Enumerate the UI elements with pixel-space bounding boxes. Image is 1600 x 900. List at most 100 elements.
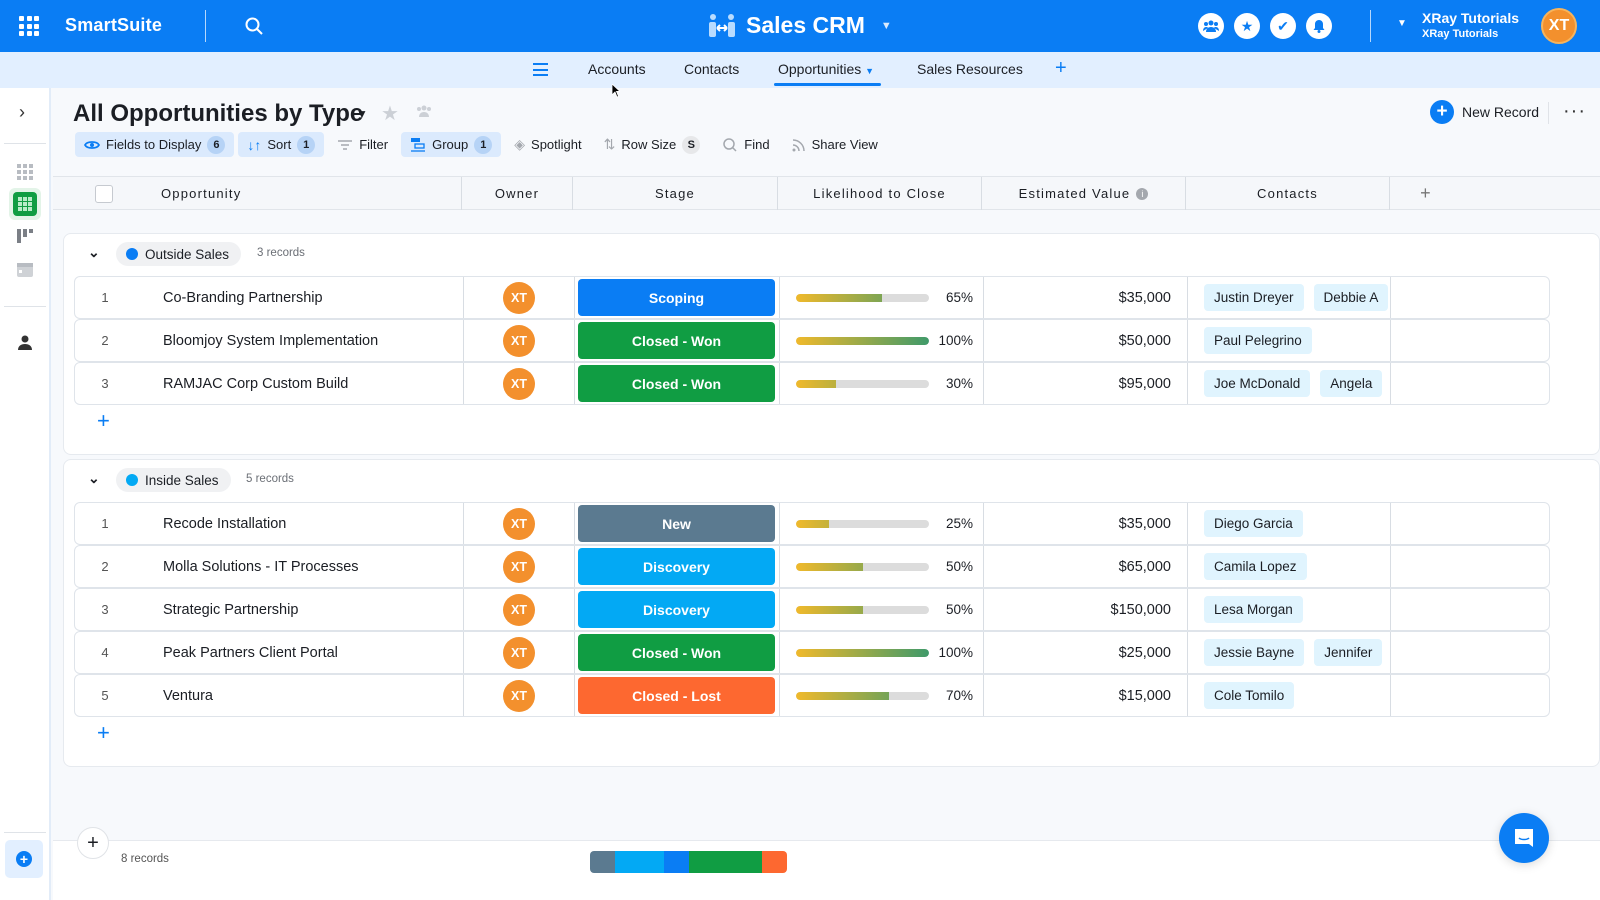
search-icon[interactable] (244, 16, 264, 36)
contact-chip[interactable]: Lesa Morgan (1204, 596, 1303, 623)
owner-cell[interactable]: XT (463, 589, 574, 630)
notifications-icon[interactable] (1306, 13, 1332, 39)
estimated-value[interactable]: $50,000 (983, 320, 1187, 361)
stage-cell[interactable]: New (574, 503, 779, 544)
workspace-dropdown-icon[interactable]: ▼ (1397, 18, 1407, 29)
owner-cell[interactable]: XT (463, 277, 574, 318)
stage-distribution-bar[interactable] (590, 851, 787, 873)
row-size-button[interactable]: ⇅ Row Size S (595, 132, 710, 157)
menu-icon[interactable] (533, 63, 548, 76)
estimated-value[interactable]: $35,000 (983, 277, 1187, 318)
column-header-opportunity[interactable]: Opportunity (123, 177, 462, 210)
stage-cell[interactable]: Scoping (574, 277, 779, 318)
select-all-checkbox[interactable] (95, 185, 113, 203)
owner-cell[interactable]: XT (463, 546, 574, 587)
contact-chip[interactable]: Debbie A (1313, 284, 1389, 311)
tab-accounts[interactable]: Accounts (588, 61, 646, 77)
stage-cell[interactable]: Closed - Won (574, 363, 779, 404)
app-title-switcher[interactable]: Sales CRM ▼ (708, 12, 892, 39)
opportunity-name[interactable]: Bloomjoy System Implementation (163, 320, 378, 361)
contacts-cell[interactable]: Diego Garcia (1187, 503, 1391, 544)
column-header-likelihood[interactable]: Likelihood to Close (778, 177, 982, 210)
tab-contacts[interactable]: Contacts (684, 61, 739, 77)
share-view-button[interactable]: Share View (783, 132, 887, 157)
tab-sales-resources[interactable]: Sales Resources (917, 61, 1023, 77)
contact-chip[interactable]: Camila Lopez (1204, 553, 1307, 580)
contact-chip[interactable]: Diego Garcia (1204, 510, 1303, 537)
add-row-button[interactable]: + (97, 720, 110, 746)
owner-cell[interactable]: XT (463, 503, 574, 544)
contacts-cell[interactable]: Lesa Morgan (1187, 589, 1391, 630)
estimated-value[interactable]: $65,000 (983, 546, 1187, 587)
user-name[interactable]: XRay Tutorials (1422, 11, 1519, 26)
chat-support-button[interactable] (1499, 813, 1549, 863)
spotlight-button[interactable]: ◈ Spotlight (505, 132, 590, 157)
estimated-value[interactable]: $95,000 (983, 363, 1187, 404)
add-tab-button[interactable]: + (1055, 57, 1067, 80)
opportunity-name[interactable]: Ventura (163, 675, 213, 716)
likelihood-cell[interactable]: 30% (779, 363, 983, 404)
favorites-icon[interactable]: ★ (1234, 13, 1260, 39)
more-options-icon[interactable]: ··· (1563, 100, 1586, 123)
column-header-contacts[interactable]: Contacts (1186, 177, 1390, 210)
likelihood-cell[interactable]: 25% (779, 503, 983, 544)
contact-chip[interactable]: Justin Dreyer (1204, 284, 1304, 311)
kanban-view-icon[interactable] (16, 227, 34, 245)
user-icon[interactable] (16, 334, 34, 352)
owner-cell[interactable]: XT (463, 320, 574, 361)
star-icon[interactable]: ★ (381, 101, 399, 126)
tab-opportunities[interactable]: Opportunities ▼ (778, 61, 874, 77)
user-avatar[interactable]: XT (1541, 8, 1577, 44)
fields-to-display-button[interactable]: Fields to Display 6 (75, 132, 235, 157)
add-view-button[interactable]: + (5, 840, 43, 878)
contacts-cell[interactable]: Camila Lopez (1187, 546, 1391, 587)
opportunity-name[interactable]: Molla Solutions - IT Processes (163, 546, 359, 587)
likelihood-cell[interactable]: 50% (779, 546, 983, 587)
estimated-value[interactable]: $150,000 (983, 589, 1187, 630)
estimated-value[interactable]: $15,000 (983, 675, 1187, 716)
table-row[interactable]: 3 RAMJAC Corp Custom Build XT Closed - W… (74, 362, 1550, 405)
owner-cell[interactable]: XT (463, 363, 574, 404)
stage-cell[interactable]: Closed - Lost (574, 675, 779, 716)
sort-button[interactable]: ↓↑ Sort 1 (238, 132, 325, 157)
table-row[interactable]: 5 Ventura XT Closed - Lost 70% $15,000 C… (74, 674, 1550, 717)
contact-chip[interactable]: Paul Pelegrino (1204, 327, 1312, 354)
brand-logo[interactable]: SmartSuite (65, 15, 162, 36)
table-row[interactable]: 2 Bloomjoy System Implementation XT Clos… (74, 319, 1550, 362)
contact-chip[interactable]: Angela (1320, 370, 1383, 397)
opportunity-name[interactable]: Co-Branding Partnership (163, 277, 323, 318)
contacts-cell[interactable]: Cole Tomilo (1187, 675, 1391, 716)
owner-cell[interactable]: XT (463, 675, 574, 716)
view-title[interactable]: All Opportunities by Type (73, 100, 363, 128)
calendar-view-icon[interactable] (16, 260, 34, 278)
table-row[interactable]: 3 Strategic Partnership XT Discovery 50%… (74, 588, 1550, 631)
add-record-button[interactable]: + (77, 827, 109, 859)
opportunity-name[interactable]: Strategic Partnership (163, 589, 298, 630)
owner-cell[interactable]: XT (463, 632, 574, 673)
opportunity-name[interactable]: Recode Installation (163, 503, 286, 544)
find-button[interactable]: Find (713, 132, 778, 157)
info-icon[interactable]: i (1136, 187, 1149, 200)
likelihood-cell[interactable]: 100% (779, 632, 983, 673)
table-row[interactable]: 1 Co-Branding Partnership XT Scoping 65%… (74, 276, 1550, 319)
contact-chip[interactable]: Cole Tomilo (1204, 682, 1295, 709)
contact-chip[interactable]: Jessie Bayne (1204, 639, 1305, 666)
add-row-button[interactable]: + (97, 408, 110, 434)
column-header-owner[interactable]: Owner (462, 177, 573, 210)
contacts-cell[interactable]: Jessie Bayne Jennifer (1187, 632, 1391, 673)
new-record-button[interactable]: + New Record (1430, 100, 1539, 124)
likelihood-cell[interactable]: 50% (779, 589, 983, 630)
expand-sidebar-icon[interactable]: › (19, 102, 25, 123)
contacts-cell[interactable]: Joe McDonald Angela (1187, 363, 1391, 404)
contacts-cell[interactable]: Justin Dreyer Debbie A (1187, 277, 1391, 318)
apps-grid-icon[interactable] (19, 16, 39, 36)
estimated-value[interactable]: $35,000 (983, 503, 1187, 544)
stage-cell[interactable]: Discovery (574, 589, 779, 630)
add-column-button[interactable]: + (1390, 177, 1462, 210)
table-row[interactable]: 4 Peak Partners Client Portal XT Closed … (74, 631, 1550, 674)
stage-cell[interactable]: Closed - Won (574, 320, 779, 361)
contact-chip[interactable]: Joe McDonald (1204, 370, 1311, 397)
opportunity-name[interactable]: Peak Partners Client Portal (163, 632, 338, 673)
dashboard-view-icon[interactable] (16, 163, 34, 181)
stage-cell[interactable]: Closed - Won (574, 632, 779, 673)
